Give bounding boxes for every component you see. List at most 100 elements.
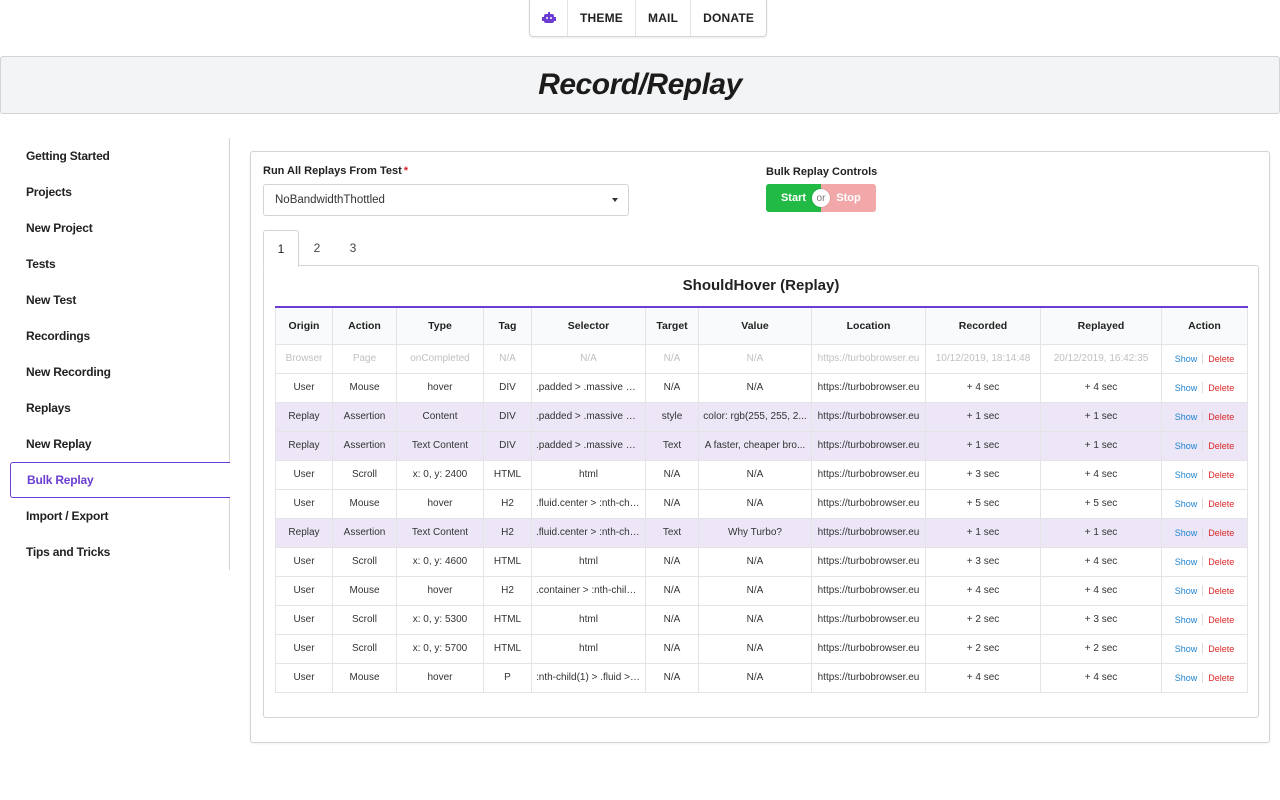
delete-link[interactable]: Delete — [1208, 383, 1234, 393]
run-replays-label: Run All Replays From Test * — [263, 165, 409, 177]
table-cell: .fluid.center > :nth-chil... — [531, 517, 646, 548]
table-cell: + 4 sec — [1040, 459, 1162, 490]
row-actions-cell: Show Delete — [1161, 401, 1248, 432]
table-cell: Mouse — [332, 575, 397, 606]
table-cell: onCompleted — [396, 343, 484, 374]
show-link[interactable]: Show — [1175, 470, 1198, 480]
sidebar-item-getting-started[interactable]: Getting Started — [10, 138, 229, 174]
test-select-dropdown[interactable]: NoBandwidthThottled — [263, 184, 629, 216]
table-cell: N/A — [645, 575, 699, 606]
donate-button[interactable]: DONATE — [690, 0, 766, 36]
show-link[interactable]: Show — [1175, 441, 1198, 451]
row-actions-cell: Show Delete — [1161, 633, 1248, 664]
show-link[interactable]: Show — [1175, 586, 1198, 596]
table-cell: N/A — [698, 662, 812, 693]
delete-link[interactable]: Delete — [1208, 586, 1234, 596]
show-link[interactable]: Show — [1175, 557, 1198, 567]
selected-test-value: NoBandwidthThottled — [275, 194, 385, 206]
table-cell: html — [531, 546, 646, 577]
table-cell: N/A — [698, 604, 812, 635]
table-cell: x: 0, y: 2400 — [396, 459, 484, 490]
sidebar-item-new-replay[interactable]: New Replay — [10, 426, 229, 462]
table-cell: hover — [396, 575, 484, 606]
theme-button[interactable]: THEME — [567, 0, 635, 36]
column-header-selector: Selector — [531, 306, 646, 345]
table-cell: N/A — [645, 459, 699, 490]
main-content: Run All Replays From Test * NoBandwidthTh… — [250, 151, 1270, 743]
table-row: User Mouse hover H2 .fluid.center > :nth-chi… — [275, 488, 1248, 519]
show-link[interactable]: Show — [1175, 412, 1198, 422]
table-cell: + 4 sec — [1040, 662, 1162, 693]
sidebar-item-replays[interactable]: Replays — [10, 390, 229, 426]
table-cell: Assertion — [332, 517, 397, 548]
delete-link[interactable]: Delete — [1208, 557, 1234, 567]
sidebar-item-new-project[interactable]: New Project — [10, 210, 229, 246]
mail-button[interactable]: MAIL — [635, 0, 690, 36]
table-cell: N/A — [645, 546, 699, 577]
table-cell: https://turbobrowser.eu — [811, 546, 926, 577]
tab-2[interactable]: 2 — [299, 229, 335, 266]
bulk-replay-button-group: Start Stop or — [766, 184, 876, 212]
show-link[interactable]: Show — [1175, 644, 1198, 654]
show-link[interactable]: Show — [1175, 354, 1198, 364]
table-cell: N/A — [645, 633, 699, 664]
delete-link[interactable]: Delete — [1208, 354, 1234, 364]
tab-1[interactable]: 1 — [263, 230, 299, 267]
robot-logo-button[interactable] — [530, 0, 567, 36]
delete-link[interactable]: Delete — [1208, 673, 1234, 683]
delete-link[interactable]: Delete — [1208, 470, 1234, 480]
table-cell: + 5 sec — [925, 488, 1041, 519]
table-row: User Scroll x: 0, y: 5300 HTML html N/A N/A htt… — [275, 604, 1248, 635]
table-cell: + 3 sec — [925, 459, 1041, 490]
show-link[interactable]: Show — [1175, 383, 1198, 393]
table-cell: User — [275, 459, 333, 490]
table-cell: User — [275, 372, 333, 403]
sidebar-item-bulk-replay[interactable]: Bulk Replay — [10, 462, 230, 498]
table-cell: Assertion — [332, 401, 397, 432]
show-link[interactable]: Show — [1175, 615, 1198, 625]
delete-link[interactable]: Delete — [1208, 441, 1234, 451]
top-nav: THEME MAIL DONATE — [529, 0, 768, 37]
table-cell: N/A — [698, 372, 812, 403]
row-actions-cell: Show Delete — [1161, 604, 1248, 635]
tab-3[interactable]: 3 — [335, 229, 371, 266]
table-cell: User — [275, 546, 333, 577]
action-separator — [1202, 672, 1204, 683]
table-cell: https://turbobrowser.eu — [811, 343, 926, 374]
sidebar-item-recordings[interactable]: Recordings — [10, 318, 229, 354]
table-row: User Mouse hover P:nth-child(1) > .fluid > … — [275, 662, 1248, 693]
delete-link[interactable]: Delete — [1208, 615, 1234, 625]
delete-link[interactable]: Delete — [1208, 644, 1234, 654]
table-cell: H2 — [483, 517, 532, 548]
sidebar-item-new-test[interactable]: New Test — [10, 282, 229, 318]
action-separator — [1202, 411, 1204, 422]
table-cell: HTML — [483, 604, 532, 635]
sidebar-item-tests[interactable]: Tests — [10, 246, 229, 282]
sidebar-item-new-recording[interactable]: New Recording — [10, 354, 229, 390]
table-cell: User — [275, 662, 333, 693]
sidebar-item-tips-and-tricks[interactable]: Tips and Tricks — [10, 534, 229, 570]
show-link[interactable]: Show — [1175, 499, 1198, 509]
table-cell: + 1 sec — [925, 401, 1041, 432]
table-row: Replay Assertion Content DIV .padded > .mass… — [275, 401, 1248, 432]
table-cell: x: 0, y: 5700 — [396, 633, 484, 664]
table-cell: x: 0, y: 4600 — [396, 546, 484, 577]
delete-link[interactable]: Delete — [1208, 412, 1234, 422]
column-header-tag: Tag — [483, 306, 532, 345]
show-link[interactable]: Show — [1175, 673, 1198, 683]
table-cell: Replay — [275, 430, 333, 461]
column-header-recorded: Recorded — [925, 306, 1041, 345]
show-link[interactable]: Show — [1175, 528, 1198, 538]
table-cell: + 4 sec — [925, 662, 1041, 693]
table-cell: 10/12/2019, 18:14:48 — [925, 343, 1041, 374]
table-cell: color: rgb(255, 255, 2... — [698, 401, 812, 432]
sidebar-item-projects[interactable]: Projects — [10, 174, 229, 210]
delete-link[interactable]: Delete — [1208, 499, 1234, 509]
table-cell: Scroll — [332, 459, 397, 490]
replay-table: Origin Action Type Tag Selector Target Value Lo… — [275, 306, 1248, 693]
replay-tabs: 123 — [263, 229, 371, 267]
sidebar-item-import-export[interactable]: Import / Export — [10, 498, 229, 534]
delete-link[interactable]: Delete — [1208, 528, 1234, 538]
table-row: User Scroll x: 0, y: 4600 HTML html N/A N/A htt… — [275, 546, 1248, 577]
table-cell: https://turbobrowser.eu — [811, 662, 926, 693]
